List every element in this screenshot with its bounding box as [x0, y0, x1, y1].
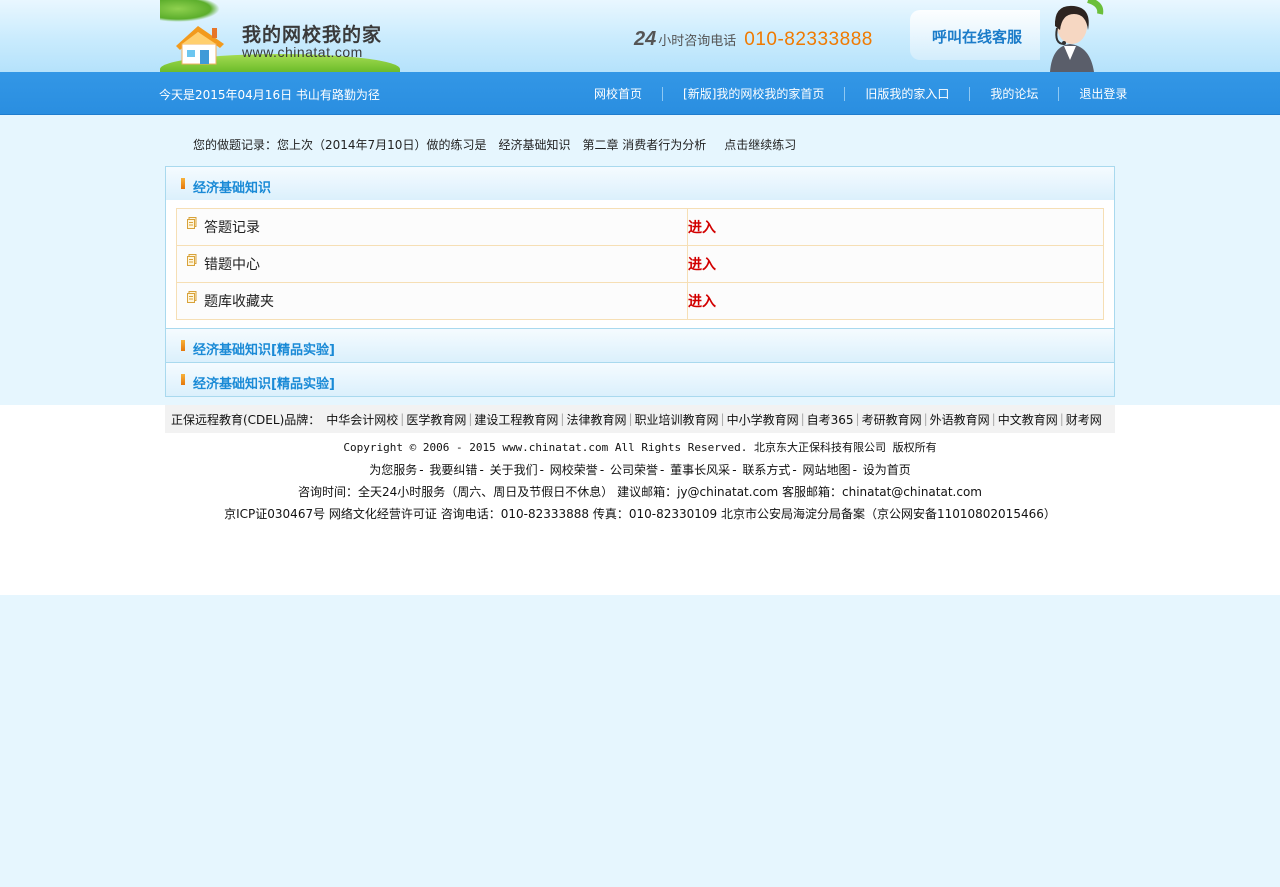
panel-title: 经济基础知识[精品实验]	[193, 377, 335, 392]
title-bar-icon	[181, 340, 185, 351]
panel-header[interactable]: 经济基础知识[精品实验]	[166, 363, 1114, 396]
site-footer: 正保远程教育(CDEL)品牌： 中华会计网校 | 医学教育网 | 建设工程教育网 | …	[0, 405, 1280, 595]
item-name-cell: 答题记录	[176, 208, 688, 246]
footer-link[interactable]: 为您服务	[369, 463, 417, 477]
contact-line: 咨询时间：全天24小时服务（周六、周日及节假日不休息） 建议邮箱：jy@chin…	[297, 485, 982, 499]
title-bar-icon	[181, 374, 185, 385]
document-icon	[187, 254, 197, 266]
brand-link[interactable]: 财考网	[1066, 411, 1102, 428]
brand-link[interactable]: 中华会计网校	[326, 411, 398, 428]
hotline: 24 小时咨询电话 010-82333888	[634, 28, 873, 52]
nav-link-new-home[interactable]: [新版]我的网校我的家首页	[669, 85, 838, 102]
record-chapter: 第二章 消费者行为分析	[582, 138, 707, 152]
house-icon	[176, 26, 224, 65]
panel-economic-basics: 经济基础知识 答题记录 进入 错题中心 进入 题库收藏夹 进入	[165, 166, 1115, 329]
panel-economic-basics-premium-2: 经济基础知识[精品实验]	[165, 362, 1115, 397]
enter-link[interactable]: 进入	[687, 208, 1104, 246]
icp-line: 京ICP证030467号 网络文化经营许可证 咨询电话：010-82333888…	[224, 507, 1056, 521]
panel-title: 经济基础知识	[193, 181, 272, 196]
online-service-button[interactable]: 呼叫在线客服	[910, 10, 1040, 60]
hotline-label: 小时咨询电话	[658, 34, 737, 49]
brand-link[interactable]: 自考365	[807, 411, 854, 428]
brand-bar: 正保远程教育(CDEL)品牌： 中华会计网校 | 医学教育网 | 建设工程教育网 | …	[165, 405, 1115, 433]
table-row: 答题记录 进入	[176, 208, 1104, 246]
brand-link[interactable]: 法律教育网	[566, 411, 626, 428]
service-links: 为您服务 - 我要纠错 - 关于我们 - 网校荣誉 - 公司荣誉 - 董事长风采 - 联系方…	[369, 463, 911, 477]
title-bar-icon	[181, 178, 185, 189]
site-logo[interactable]: 我的网校我的家 www.chinatat.com	[160, 14, 400, 72]
practice-record: 您的做题记录：您上次（2014年7月10日）做的练习是 经济基础知识 第二章 消费者…	[193, 136, 796, 153]
brands-label: 正保远程教育(CDEL)品牌：	[171, 412, 321, 427]
enter-link[interactable]: 进入	[687, 282, 1104, 320]
brand-link[interactable]: 建设工程教育网	[474, 411, 558, 428]
online-service-label: 呼叫在线客服	[932, 28, 1023, 46]
hotline-phone: 010-82333888	[744, 29, 873, 50]
table-row: 题库收藏夹 进入	[176, 282, 1104, 320]
brand-link[interactable]: 考研教育网	[862, 411, 922, 428]
nav-separator	[969, 86, 971, 101]
item-name-cell: 错题中心	[176, 245, 688, 283]
document-icon	[187, 291, 197, 303]
brand-link[interactable]: 中文教育网	[998, 411, 1058, 428]
brand-link[interactable]: 医学教育网	[406, 411, 466, 428]
item-name: 错题中心	[204, 257, 260, 273]
enter-link[interactable]: 进入	[687, 245, 1104, 283]
item-name: 题库收藏夹	[204, 294, 274, 310]
record-subject: 经济基础知识	[498, 138, 571, 152]
item-table: 答题记录 进入 错题中心 进入 题库收藏夹 进入	[176, 208, 1104, 320]
panel-economic-basics-premium-1: 经济基础知识[精品实验]	[165, 328, 1115, 363]
footer-link[interactable]: 我要纠错	[429, 463, 477, 477]
main-nav: 今天是2015年04月16日 书山有路勤为径 网校首页 [新版]我的网校我的家首…	[0, 72, 1280, 115]
footer-link[interactable]: 网校荣誉	[550, 463, 598, 477]
nav-separator	[662, 86, 664, 101]
footer-link[interactable]: 网站地图	[803, 463, 851, 477]
footer-link[interactable]: 公司荣誉	[610, 463, 658, 477]
panel-body: 答题记录 进入 错题中心 进入 题库收藏夹 进入	[166, 200, 1114, 328]
nav-separator	[1058, 86, 1060, 101]
panel-title: 经济基础知识[精品实验]	[193, 343, 335, 358]
hotline-24: 24	[634, 28, 657, 50]
nav-link-home[interactable]: 网校首页	[580, 85, 656, 102]
record-prefix: 您的做题记录：您上次（2014年7月10日）做的练习是	[193, 138, 487, 152]
footer-link[interactable]: 关于我们	[490, 463, 538, 477]
footer-link[interactable]: 设为首页	[863, 463, 911, 477]
footer-link[interactable]: 联系方式	[742, 463, 790, 477]
nav-links: 网校首页 [新版]我的网校我的家首页 旧版我的家入口 我的论坛 退出登录	[580, 72, 1141, 115]
site-header: 我的网校我的家 www.chinatat.com 24 小时咨询电话 010-823…	[0, 0, 1280, 72]
table-row: 错题中心 进入	[176, 245, 1104, 283]
nav-link-logout[interactable]: 退出登录	[1065, 85, 1141, 102]
continue-practice-link[interactable]: 点击继续练习	[724, 138, 796, 152]
nav-link-old-home[interactable]: 旧版我的家入口	[851, 85, 963, 102]
brand-link[interactable]: 职业培训教育网	[635, 411, 719, 428]
brand-link[interactable]: 中小学教育网	[727, 411, 799, 428]
nav-separator	[844, 86, 846, 101]
customer-service-avatar-icon	[1050, 0, 1104, 72]
panel-header[interactable]: 经济基础知识	[166, 167, 1114, 200]
footer-link[interactable]: 董事长风采	[670, 463, 730, 477]
logo-title: 我的网校我的家	[242, 24, 383, 46]
panel-header[interactable]: 经济基础知识[精品实验]	[166, 329, 1114, 362]
document-icon	[187, 217, 197, 229]
item-name-cell: 题库收藏夹	[176, 282, 688, 320]
logo-url: www.chinatat.com	[242, 44, 363, 60]
date-greeting: 今天是2015年04月16日 书山有路勤为径	[159, 88, 380, 102]
brand-link[interactable]: 外语教育网	[930, 411, 990, 428]
copyright-line: Copyright © 2006 - 2015 www.chinatat.com…	[343, 441, 937, 454]
main-content: 您的做题记录：您上次（2014年7月10日）做的练习是 经济基础知识 第二章 消费者…	[0, 115, 1280, 405]
nav-link-forum[interactable]: 我的论坛	[976, 85, 1052, 102]
item-name: 答题记录	[204, 220, 260, 236]
